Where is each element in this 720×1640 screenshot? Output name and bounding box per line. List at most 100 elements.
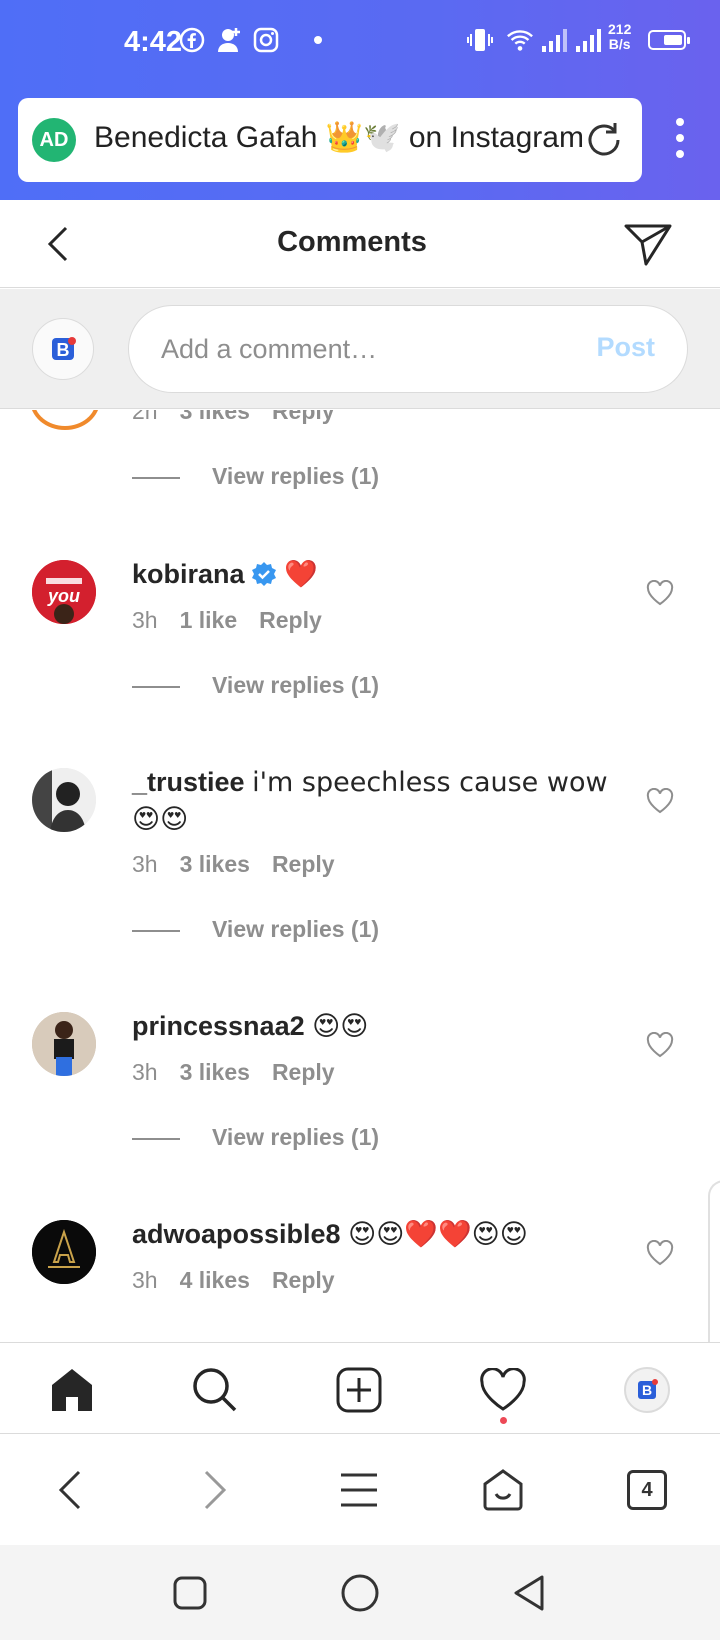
comment-field[interactable]: Post (128, 305, 688, 393)
activity-dot-icon (500, 1417, 507, 1424)
comment-time: 3h (132, 1059, 158, 1085)
new-post-icon[interactable] (334, 1365, 384, 1415)
page-title[interactable]: Benedicta Gafah 👑🕊️ on Instagram (94, 120, 584, 155)
view-replies-button[interactable]: View replies (1) (132, 1124, 379, 1151)
adblock-icon[interactable]: AD (32, 118, 76, 162)
tab-count: 4 (627, 1470, 667, 1510)
comment-text: _trustiee i'm speechless cause wow😍😍 (132, 764, 622, 838)
like-heart-icon[interactable] (646, 1031, 674, 1058)
activity-heart-icon[interactable] (478, 1365, 528, 1415)
browser-back-icon[interactable] (45, 1465, 95, 1515)
like-heart-icon[interactable] (646, 579, 674, 606)
search-icon[interactable] (190, 1365, 240, 1415)
comment-time: 3h (132, 1267, 158, 1293)
header-title: Comments (277, 226, 427, 258)
replies-divider (132, 685, 180, 688)
reply-button[interactable]: Reply (272, 1267, 335, 1293)
like-heart-icon[interactable] (646, 1239, 674, 1266)
notification-dot-icon (314, 36, 322, 44)
comment-meta: 3h 4 likes Reply (132, 1267, 357, 1294)
comment-time: 2h (132, 410, 158, 424)
replies-divider (132, 929, 180, 932)
comment-likes[interactable]: 3 likes (180, 851, 250, 877)
add-contact-icon (214, 26, 242, 54)
add-comment-bar: B Post (0, 289, 720, 409)
svg-text:B: B (642, 1382, 652, 1398)
comments-header: Comments (0, 200, 720, 288)
comment-meta: 3h 1 like Reply (132, 607, 344, 634)
comment-meta: 3h 3 likes Reply (132, 851, 357, 878)
comment-username[interactable]: kobirana (132, 559, 245, 589)
avatar[interactable] (32, 1220, 96, 1284)
browser-home-icon[interactable] (478, 1465, 528, 1515)
instagram-icon (252, 26, 280, 54)
replies-divider (132, 1137, 180, 1140)
reply-button[interactable]: Reply (259, 607, 322, 633)
comment-likes[interactable]: 1 like (180, 607, 238, 633)
system-back-icon[interactable] (508, 1571, 552, 1615)
comment-text: kobirana ❤️ (132, 556, 622, 593)
like-heart-icon[interactable] (646, 787, 674, 814)
comment-likes[interactable]: 3 likes (180, 410, 250, 424)
net-speed-value: 212 (608, 21, 632, 37)
facebook-icon (178, 26, 206, 54)
post-button[interactable]: Post (596, 332, 655, 363)
net-speed-unit: B/s (608, 36, 631, 52)
view-replies-label: View replies (1) (212, 672, 380, 698)
verified-badge-icon (251, 560, 277, 586)
comment-input[interactable] (161, 328, 561, 370)
svg-text:you: you (47, 586, 80, 606)
comment-username[interactable]: adwoapossible8 (132, 1219, 341, 1249)
signal-icon (540, 26, 568, 54)
comment-username[interactable]: _trustiee (132, 767, 245, 797)
comment-meta: 2h 3 likes Reply (132, 410, 357, 425)
view-replies-label: View replies (1) (212, 463, 380, 489)
comment-time: 3h (132, 851, 158, 877)
comment-body: 😍😍 (312, 1011, 369, 1042)
view-replies-button[interactable]: View replies (1) (132, 916, 379, 943)
recents-icon[interactable] (168, 1571, 212, 1615)
direct-send-icon[interactable] (622, 220, 674, 268)
view-replies-label: View replies (1) (212, 916, 380, 942)
wifi-icon (506, 26, 534, 54)
avatar[interactable] (32, 1012, 96, 1076)
profile-avatar-icon[interactable]: B (622, 1365, 672, 1415)
tabs-button[interactable]: 4 (622, 1465, 672, 1515)
home-icon[interactable] (47, 1365, 97, 1415)
menu-icon[interactable] (334, 1465, 384, 1515)
system-nav-bar (0, 1545, 720, 1640)
reply-button[interactable]: Reply (272, 851, 335, 877)
avatar[interactable] (32, 768, 96, 832)
instagram-bottom-nav: B (0, 1342, 720, 1434)
comment-time: 3h (132, 607, 158, 633)
status-time: 4:42 (124, 26, 183, 58)
more-options-icon[interactable] (670, 118, 690, 164)
reload-icon[interactable] (582, 118, 626, 162)
vibrate-icon (466, 26, 494, 54)
comment-likes[interactable]: 3 likes (180, 1059, 250, 1085)
comment-text: princessnaa2 😍😍 (132, 1008, 622, 1045)
top-header: 4:42 212 B/s AD Benedicta Gafah 👑🕊️ on I… (0, 0, 720, 200)
comment-meta: 3h 3 likes Reply (132, 1059, 357, 1086)
browser-toolbar: 4 (0, 1435, 720, 1545)
comment-likes[interactable]: 4 likes (180, 1267, 250, 1293)
view-replies-button[interactable]: View replies (1) (132, 672, 379, 699)
battery-icon (648, 30, 690, 50)
browser-forward-icon[interactable] (190, 1465, 240, 1515)
net-speed: 212 B/s (608, 22, 631, 52)
avatar[interactable] (30, 410, 100, 430)
comment-body: ❤️ (284, 559, 318, 590)
comment-body: 😍😍❤️❤️😍😍 (348, 1219, 528, 1250)
reply-button[interactable]: Reply (272, 410, 335, 424)
avatar[interactable]: you (32, 560, 96, 624)
reply-button[interactable]: Reply (272, 1059, 335, 1085)
replies-divider (132, 476, 180, 479)
svg-text:B: B (57, 340, 70, 360)
comment-text: adwoapossible8 😍😍❤️❤️😍😍 (132, 1216, 622, 1253)
comment-username[interactable]: princessnaa2 (132, 1011, 305, 1041)
address-bar[interactable]: AD Benedicta Gafah 👑🕊️ on Instagram (18, 98, 642, 182)
view-replies-button[interactable]: View replies (1) (132, 463, 379, 490)
system-home-icon[interactable] (338, 1571, 382, 1615)
my-avatar: B (32, 318, 94, 380)
edge-panel-handle[interactable] (708, 1180, 720, 1360)
